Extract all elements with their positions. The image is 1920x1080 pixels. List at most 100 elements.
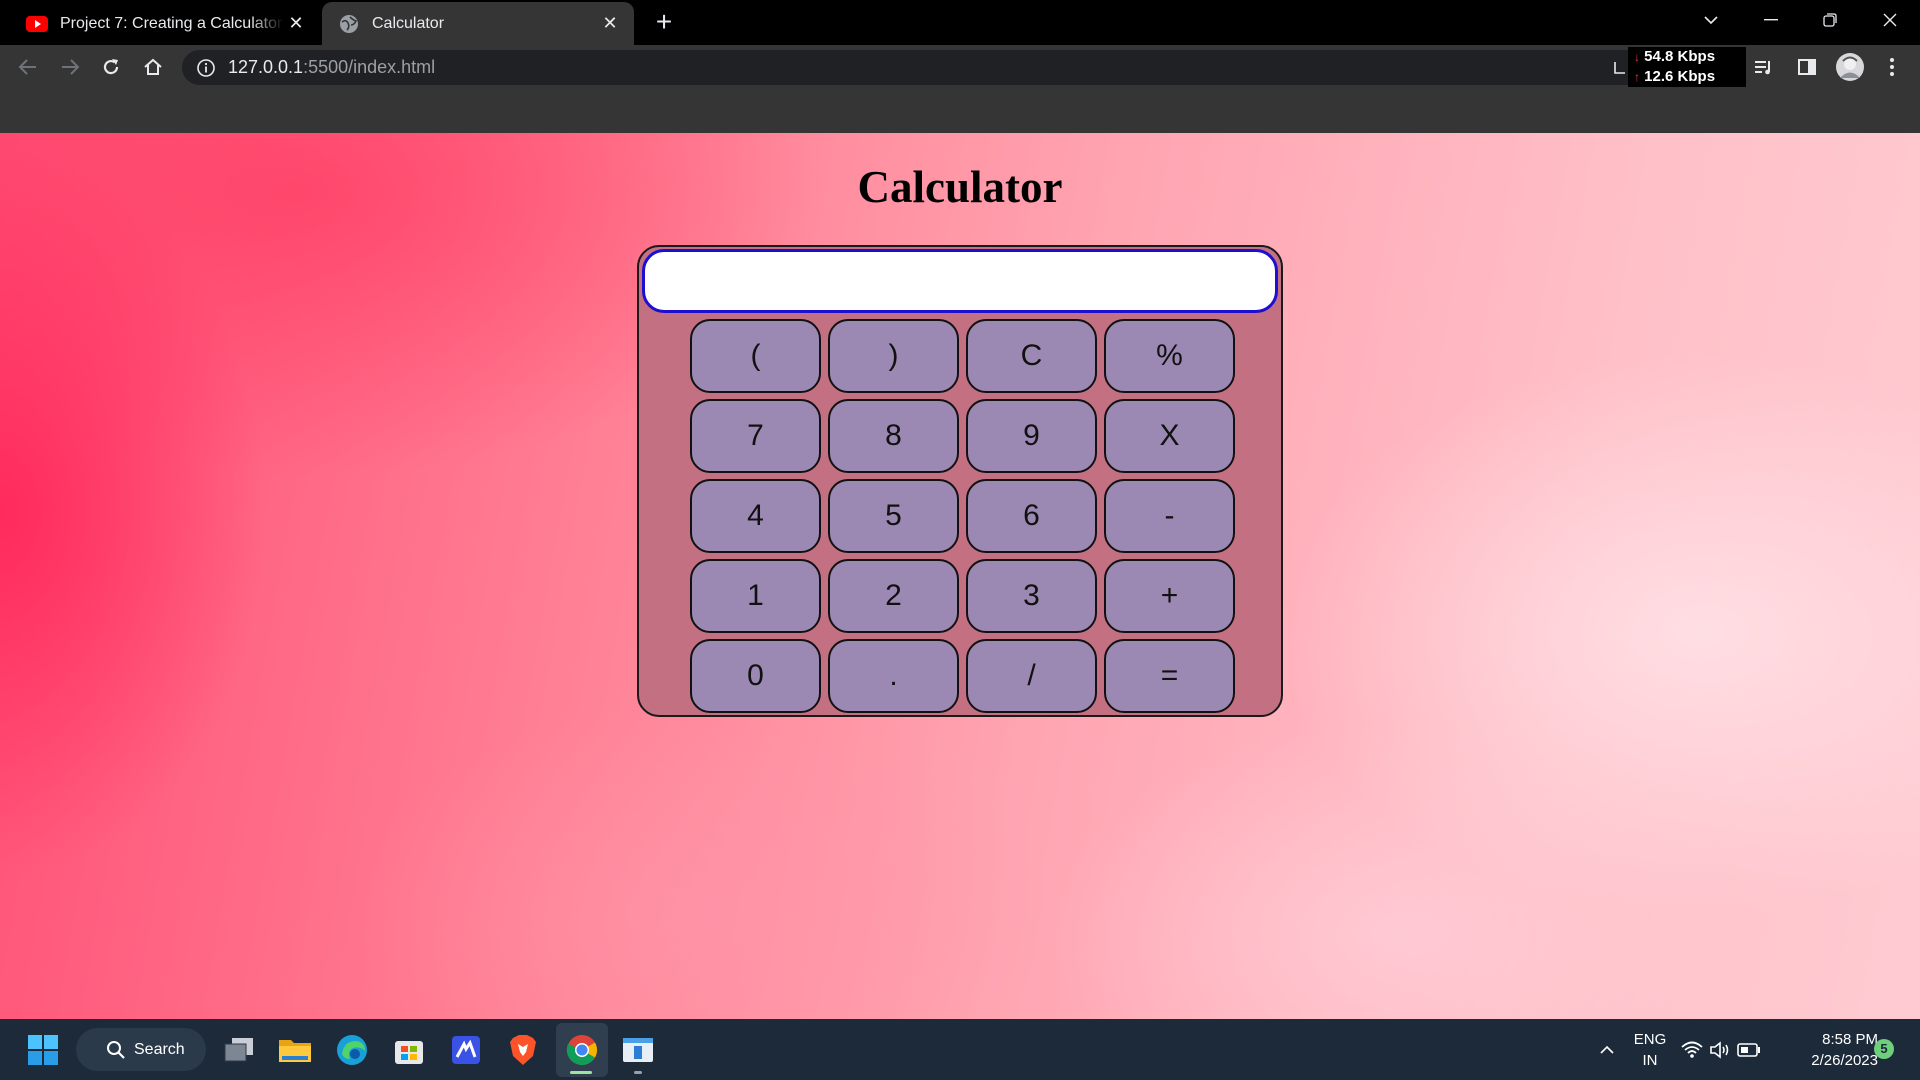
browser-tab-strip: Project 7: Creating a Calculator u ✕ Cal… bbox=[0, 0, 1920, 45]
brave-icon bbox=[510, 1035, 536, 1065]
battery-icon bbox=[1737, 1043, 1760, 1057]
key-decimal[interactable]: . bbox=[828, 639, 959, 713]
info-icon[interactable] bbox=[196, 58, 216, 78]
more-vert-icon bbox=[1890, 58, 1894, 76]
store-icon bbox=[395, 1041, 423, 1064]
upload-speed: 12.6 Kbps bbox=[1644, 68, 1716, 85]
install-icon bbox=[1614, 62, 1625, 74]
keypad: ( ) C % 7 8 9 X 4 5 6 - 1 2 3 + 0 . / = bbox=[690, 319, 1236, 713]
clock[interactable]: 8:58 PM 2/26/2023 bbox=[1782, 1029, 1878, 1071]
tab-calculator[interactable]: Calculator ✕ bbox=[322, 2, 634, 45]
language-indicator[interactable]: ENG IN bbox=[1624, 1029, 1676, 1071]
new-tab-button[interactable]: + bbox=[650, 8, 678, 36]
edge-button[interactable] bbox=[331, 1029, 373, 1071]
side-panel-icon bbox=[1798, 59, 1816, 75]
key-7[interactable]: 7 bbox=[690, 399, 821, 473]
key-5[interactable]: 5 bbox=[828, 479, 959, 553]
page-title: Calculator bbox=[857, 162, 1063, 212]
key-6[interactable]: 6 bbox=[966, 479, 1097, 553]
wifi-icon bbox=[1681, 1041, 1703, 1058]
key-percent[interactable]: % bbox=[1104, 319, 1235, 393]
forward-button[interactable] bbox=[54, 51, 86, 83]
taskbar-search[interactable]: Search bbox=[76, 1028, 206, 1071]
app-icon bbox=[452, 1036, 480, 1064]
close-icon[interactable]: ✕ bbox=[284, 12, 308, 36]
brave-button[interactable] bbox=[502, 1029, 544, 1071]
notepad-button[interactable] bbox=[617, 1029, 659, 1071]
upload-arrow-icon: ↑ bbox=[1634, 70, 1640, 84]
file-explorer-button[interactable] bbox=[274, 1029, 316, 1071]
globe-icon bbox=[338, 13, 360, 35]
menu-button[interactable] bbox=[1876, 51, 1908, 83]
url-host: 127.0.0.1 bbox=[228, 57, 304, 77]
side-panel-button[interactable] bbox=[1791, 51, 1823, 83]
calculator-display[interactable] bbox=[642, 249, 1278, 313]
key-close-paren[interactable]: ) bbox=[828, 319, 959, 393]
close-window-button[interactable] bbox=[1870, 4, 1910, 36]
chrome-button[interactable] bbox=[561, 1029, 603, 1071]
media-controls-button[interactable] bbox=[1748, 51, 1780, 83]
notification-badge[interactable]: 5 bbox=[1874, 1039, 1894, 1059]
youtube-icon bbox=[26, 13, 48, 35]
reload-button[interactable] bbox=[95, 51, 127, 83]
restore-icon bbox=[1823, 13, 1837, 27]
clock-date: 2/26/2023 bbox=[1811, 1052, 1878, 1069]
windows-icon bbox=[28, 1035, 58, 1065]
tab-youtube[interactable]: Project 7: Creating a Calculator u ✕ bbox=[10, 2, 320, 45]
close-icon[interactable]: ✕ bbox=[598, 12, 622, 36]
avatar bbox=[1836, 53, 1864, 81]
key-divide[interactable]: / bbox=[966, 639, 1097, 713]
url-path: :5500/index.html bbox=[303, 57, 436, 77]
folder-icon bbox=[279, 1040, 311, 1062]
vscode-button[interactable] bbox=[445, 1029, 487, 1071]
restore-button[interactable] bbox=[1810, 4, 1850, 36]
window-app-icon bbox=[623, 1038, 653, 1062]
active-indicator bbox=[570, 1071, 592, 1074]
calculator: ( ) C % 7 8 9 X 4 5 6 - 1 2 3 + 0 . / = bbox=[637, 245, 1283, 717]
back-button[interactable] bbox=[12, 51, 44, 83]
key-subtract[interactable]: - bbox=[1104, 479, 1235, 553]
tab-search-button[interactable] bbox=[1691, 4, 1731, 36]
search-label: Search bbox=[134, 1040, 185, 1058]
page-content: Calculator ( ) C % 7 8 9 X 4 5 6 - 1 2 3… bbox=[0, 133, 1920, 1019]
task-view-button[interactable] bbox=[218, 1029, 260, 1071]
key-2[interactable]: 2 bbox=[828, 559, 959, 633]
task-view-icon bbox=[224, 1038, 253, 1062]
tab-title: Project 7: Creating a Calculator u bbox=[60, 14, 284, 32]
key-clear[interactable]: C bbox=[966, 319, 1097, 393]
network-speed-meter: ↓ 54.8 Kbps ↑ 12.6 Kbps bbox=[1628, 47, 1746, 87]
close-icon bbox=[1883, 13, 1897, 27]
tab-title: Calculator bbox=[372, 14, 445, 32]
chevron-up-icon bbox=[1600, 1045, 1614, 1054]
key-1[interactable]: 1 bbox=[690, 559, 821, 633]
store-button[interactable] bbox=[388, 1029, 430, 1071]
quick-settings-button[interactable] bbox=[1676, 1029, 1766, 1071]
arrow-right-icon bbox=[62, 59, 80, 75]
key-3[interactable]: 3 bbox=[966, 559, 1097, 633]
search-icon bbox=[107, 1040, 125, 1059]
profile-button[interactable] bbox=[1834, 51, 1866, 83]
key-8[interactable]: 8 bbox=[828, 399, 959, 473]
start-button[interactable] bbox=[22, 1029, 64, 1071]
home-icon bbox=[144, 58, 162, 75]
key-9[interactable]: 9 bbox=[966, 399, 1097, 473]
chrome-icon bbox=[566, 1035, 598, 1066]
key-multiply[interactable]: X bbox=[1104, 399, 1235, 473]
clock-time: 8:58 PM bbox=[1822, 1031, 1878, 1048]
chevron-down-icon bbox=[1704, 16, 1718, 25]
arrow-left-icon bbox=[18, 59, 36, 75]
show-hidden-icons-button[interactable] bbox=[1586, 1029, 1628, 1071]
minimize-button[interactable] bbox=[1751, 4, 1791, 36]
language-code: ENG bbox=[1633, 1031, 1667, 1048]
key-equals[interactable]: = bbox=[1104, 639, 1235, 713]
address-bar[interactable]: 127.0.0.1:5500/index.html bbox=[182, 50, 1742, 85]
key-add[interactable]: + bbox=[1104, 559, 1235, 633]
home-button[interactable] bbox=[137, 51, 169, 83]
key-0[interactable]: 0 bbox=[690, 639, 821, 713]
minimize-icon bbox=[1764, 19, 1778, 21]
key-open-paren[interactable]: ( bbox=[690, 319, 821, 393]
key-4[interactable]: 4 bbox=[690, 479, 821, 553]
playlist-icon bbox=[1755, 61, 1770, 75]
running-indicator bbox=[634, 1071, 642, 1074]
url-text: 127.0.0.1:5500/index.html bbox=[228, 57, 435, 78]
